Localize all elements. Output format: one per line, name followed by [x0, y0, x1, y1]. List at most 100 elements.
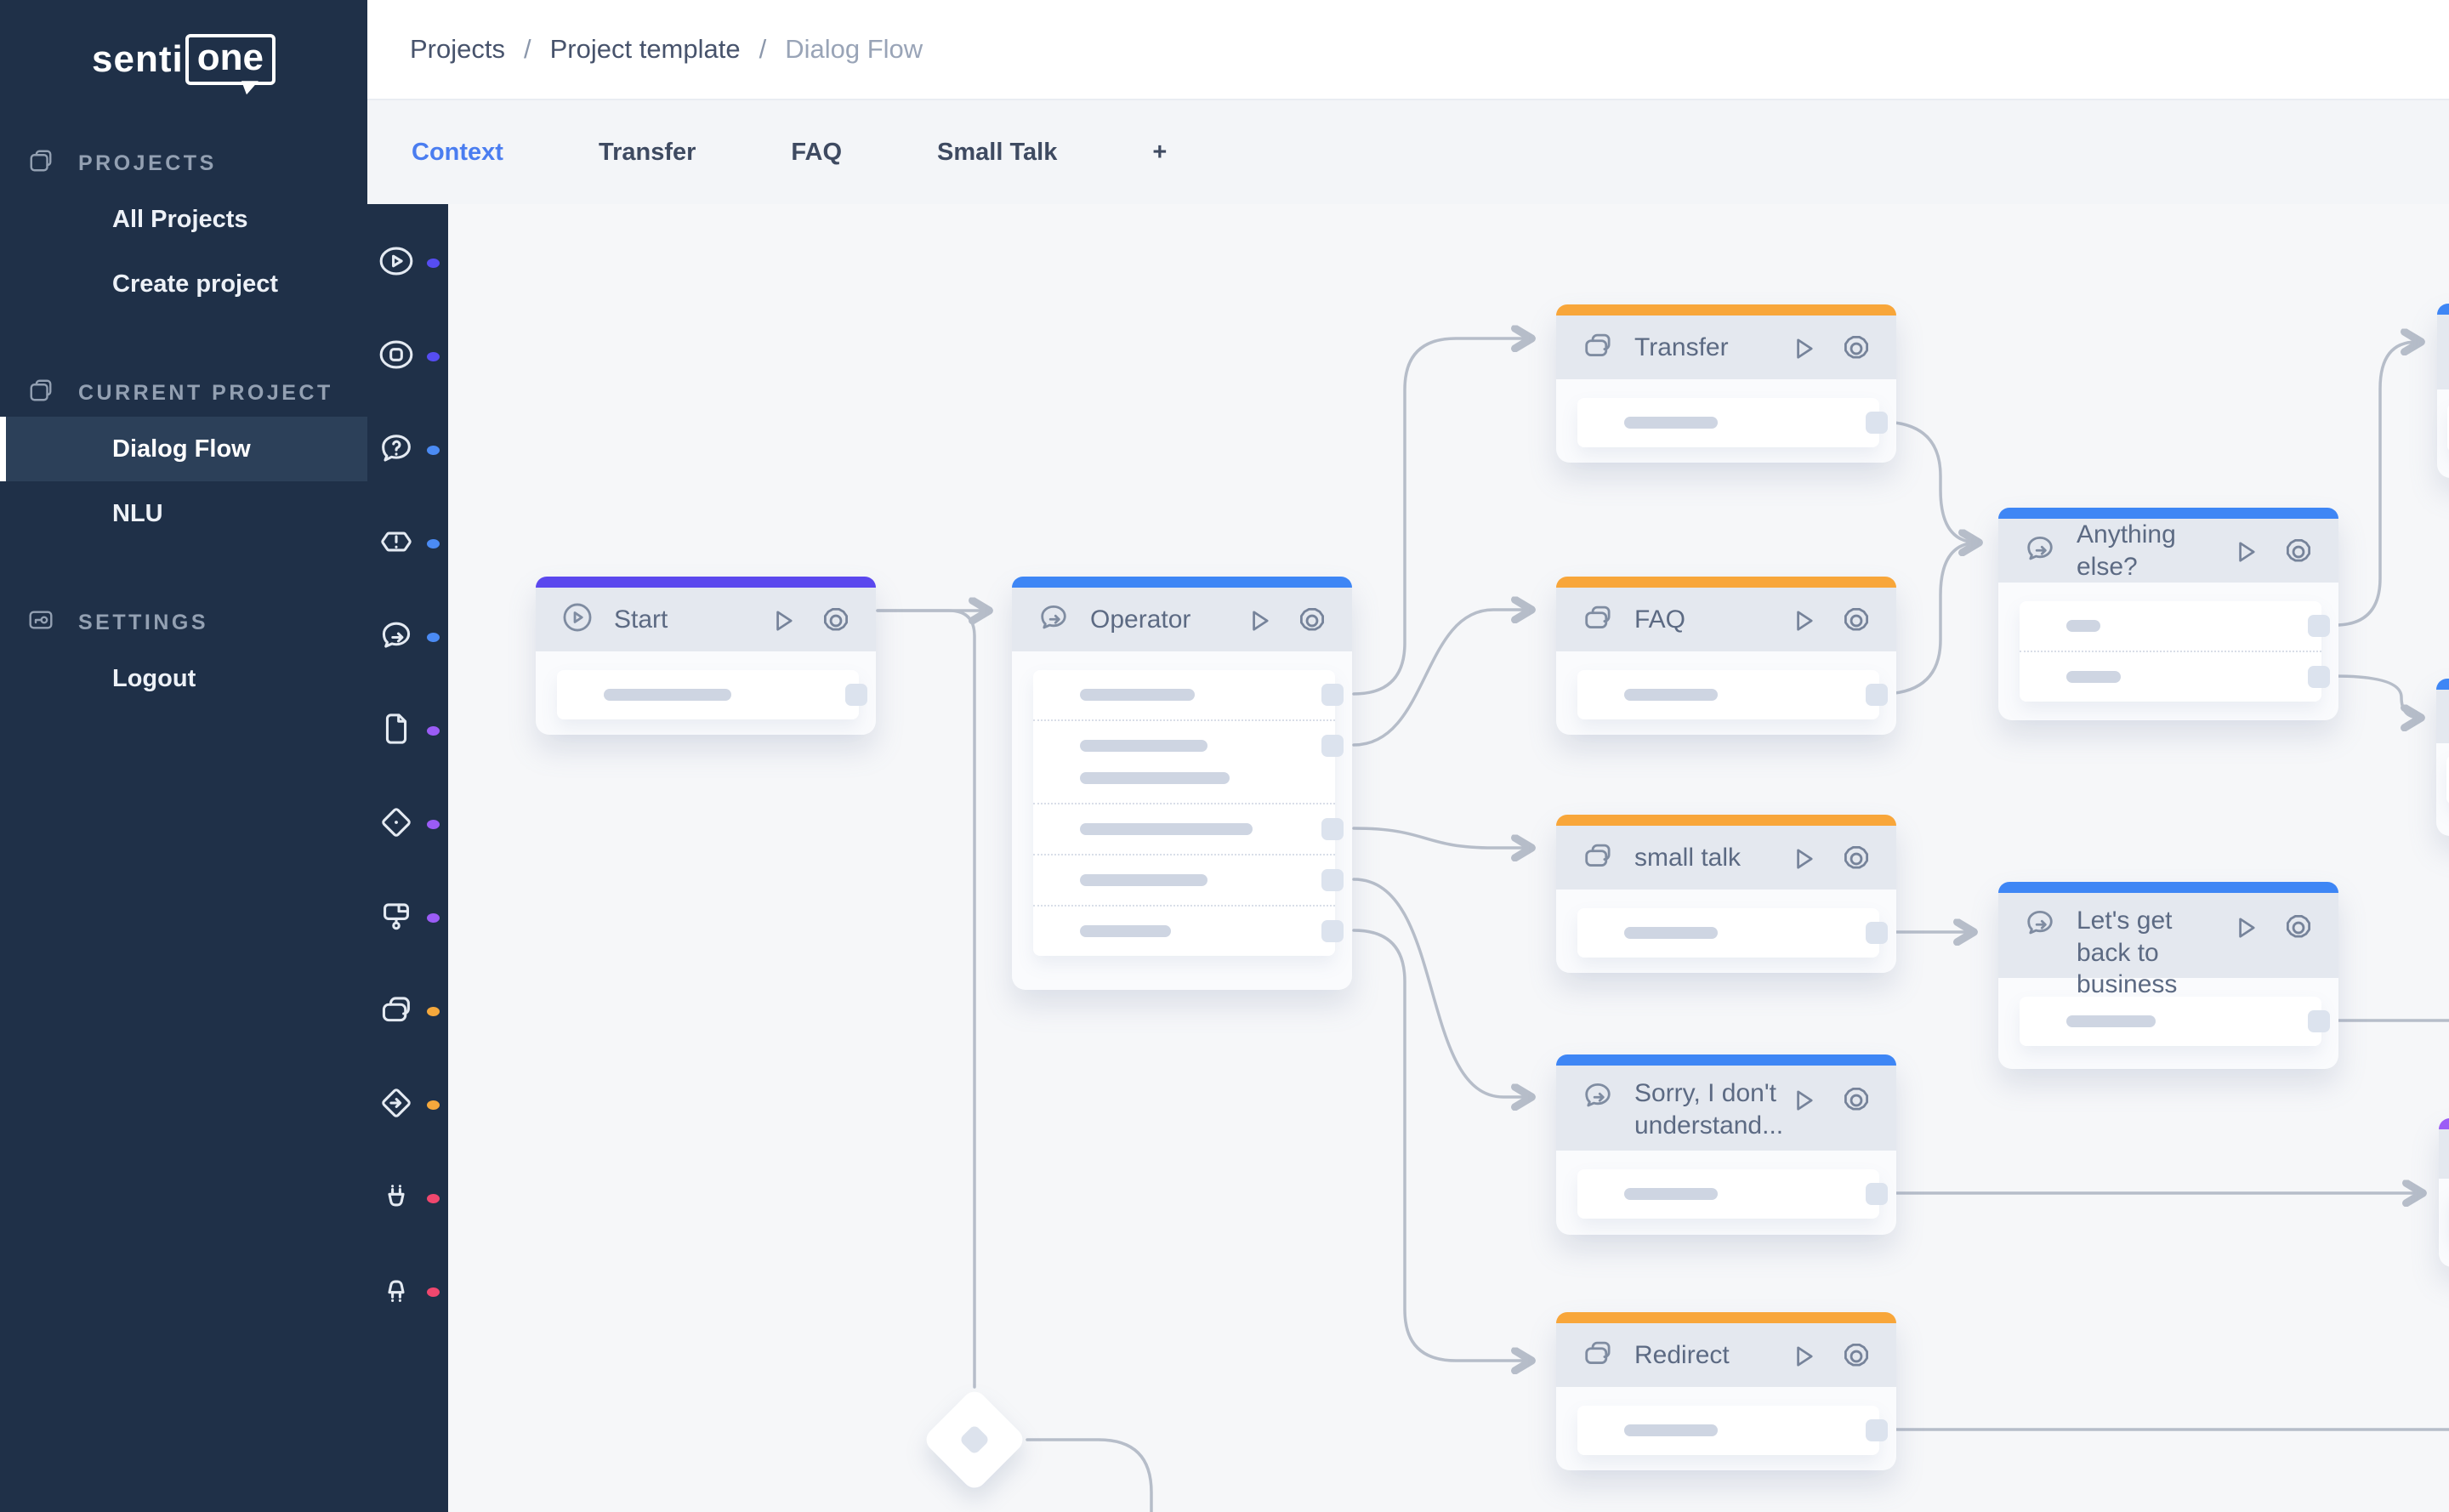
node-settings-button[interactable]	[1838, 331, 1874, 371]
sidebar: senti one PROJECTS All Projects Create p…	[0, 0, 367, 1512]
node-title: Sorry, I don't understand...	[1634, 1077, 1783, 1141]
palette-dot	[427, 820, 440, 829]
node-run-button[interactable]	[1243, 605, 1274, 640]
palette-question-bubble[interactable]	[367, 403, 448, 497]
palette-chat-arrow[interactable]	[367, 590, 448, 684]
tab-context[interactable]: Context	[412, 139, 503, 167]
tab-add-button[interactable]: +	[1152, 139, 1167, 167]
plug-down-icon	[377, 1270, 416, 1314]
flow-node-sorry[interactable]: Sorry, I don't understand...	[1556, 1054, 1896, 1235]
edge-start-decision	[878, 611, 974, 1387]
tab-transfer[interactable]: Transfer	[599, 139, 696, 167]
flow-node-partial-bottom[interactable]	[2439, 1118, 2449, 1267]
output-handle[interactable]	[1321, 869, 1344, 891]
edge-decision-offscreen-bottom	[1027, 1440, 1151, 1512]
node-settings-button[interactable]	[1838, 603, 1874, 643]
tab-small-talk[interactable]: Small Talk	[937, 139, 1057, 167]
palette-alert-hexagon[interactable]	[367, 497, 448, 590]
node-accent-bar	[1012, 577, 1352, 588]
palette-signpost[interactable]	[367, 871, 448, 964]
output-handle[interactable]	[2308, 615, 2330, 637]
play-circle-icon	[560, 600, 595, 639]
sidebar-section-label: CURRENT PROJECT	[78, 381, 333, 406]
palette-dot	[427, 259, 440, 268]
sidebar-item-nlu[interactable]: NLU	[0, 481, 367, 546]
node-run-button[interactable]	[1787, 333, 1818, 368]
output-handle[interactable]	[1866, 1419, 1888, 1441]
sidebar-section-current-project: CURRENT PROJECT Dialog Flow NLU	[0, 369, 367, 546]
flow-node-operator[interactable]: Operator	[1012, 577, 1352, 990]
flow-node-anything-else[interactable]: Anything else?	[1998, 508, 2338, 720]
breadcrumb-project-template[interactable]: Project template	[550, 34, 741, 65]
sidebar-item-all-projects[interactable]: All Projects	[0, 187, 367, 252]
flow-node-lets-get-back[interactable]: Let's get back to business	[1998, 882, 2338, 1069]
palette-play-oval[interactable]	[367, 216, 448, 310]
node-settings-button[interactable]	[1294, 603, 1330, 643]
node-run-button[interactable]	[1787, 605, 1818, 640]
node-settings-button[interactable]	[1838, 1339, 1874, 1378]
output-handle[interactable]	[1866, 412, 1888, 434]
flow-canvas[interactable]: Start Operator	[448, 204, 2449, 1512]
flow-node-faq[interactable]: FAQ	[1556, 577, 1896, 735]
chat-arrow-icon	[2022, 905, 2058, 945]
node-run-button[interactable]	[1787, 1341, 1818, 1376]
output-handle[interactable]	[1321, 818, 1344, 840]
flow-node-small-talk[interactable]: small talk	[1556, 815, 1896, 973]
stacked-blocks-icon	[377, 990, 416, 1033]
palette-document[interactable]	[367, 684, 448, 777]
flow-node-redirect[interactable]: Redirect	[1556, 1312, 1896, 1470]
breadcrumb-projects[interactable]: Projects	[410, 34, 505, 65]
node-settings-button[interactable]	[2281, 534, 2316, 574]
palette-stop-oval[interactable]	[367, 310, 448, 403]
flow-node-partial-top[interactable]	[2437, 304, 2449, 478]
output-handle[interactable]	[1866, 922, 1888, 944]
node-run-button[interactable]	[1787, 1085, 1818, 1120]
signpost-icon	[377, 896, 416, 940]
node-settings-button[interactable]	[818, 603, 854, 643]
edge-operator-transfer	[1354, 338, 1531, 694]
output-handle[interactable]	[1321, 735, 1344, 757]
node-run-button[interactable]	[2230, 912, 2260, 947]
palette-dot	[427, 352, 440, 361]
output-handle[interactable]	[2308, 666, 2330, 688]
output-handle[interactable]	[845, 684, 867, 706]
node-run-button[interactable]	[2230, 537, 2260, 571]
sidebar-item-dialog-flow[interactable]: Dialog Flow	[0, 417, 367, 481]
breadcrumb: Projects / Project template / Dialog Flo…	[367, 0, 2449, 100]
output-handle[interactable]	[1866, 684, 1888, 706]
node-settings-button[interactable]	[1838, 841, 1874, 881]
logo-bubble: one	[185, 34, 276, 85]
output-handle[interactable]	[1321, 684, 1344, 706]
flow-node-partial-middle[interactable]	[2436, 679, 2449, 836]
output-handle[interactable]	[1866, 1183, 1888, 1205]
sentione-logo[interactable]: senti one	[0, 0, 367, 119]
sidebar-item-logout[interactable]: Logout	[0, 646, 367, 711]
flow-node-transfer[interactable]: Transfer	[1556, 304, 1896, 463]
node-run-button[interactable]	[767, 605, 798, 640]
tab-faq[interactable]: FAQ	[791, 139, 842, 167]
palette-plug-down[interactable]	[367, 1245, 448, 1339]
chat-arrow-icon	[1580, 1077, 1616, 1117]
stacked-pages-icon	[26, 375, 56, 412]
node-palette-rail	[367, 204, 448, 1512]
breadcrumb-separator: /	[524, 34, 531, 65]
palette-dot	[427, 1287, 440, 1297]
decision-handle[interactable]	[959, 1424, 991, 1456]
flow-node-start[interactable]: Start	[536, 577, 876, 735]
edge-operator-sorry	[1354, 879, 1531, 1097]
sidebar-item-create-project[interactable]: Create project	[0, 252, 367, 316]
dialog-flow-builder: senti one PROJECTS All Projects Create p…	[0, 0, 2449, 1512]
node-settings-button[interactable]	[1838, 1083, 1874, 1123]
palette-stacked-blocks[interactable]	[367, 964, 448, 1058]
diamond-dot-icon	[377, 803, 416, 846]
palette-diamond-arrow[interactable]	[367, 1058, 448, 1151]
node-accent-bar	[1556, 815, 1896, 826]
output-handle[interactable]	[2308, 1010, 2330, 1032]
palette-plug-up[interactable]	[367, 1151, 448, 1245]
node-accent-bar	[1556, 304, 1896, 315]
output-handle[interactable]	[1321, 920, 1344, 942]
node-settings-button[interactable]	[2281, 910, 2316, 950]
node-run-button[interactable]	[1787, 844, 1818, 878]
node-title: Operator	[1090, 604, 1190, 636]
palette-diamond-dot[interactable]	[367, 777, 448, 871]
